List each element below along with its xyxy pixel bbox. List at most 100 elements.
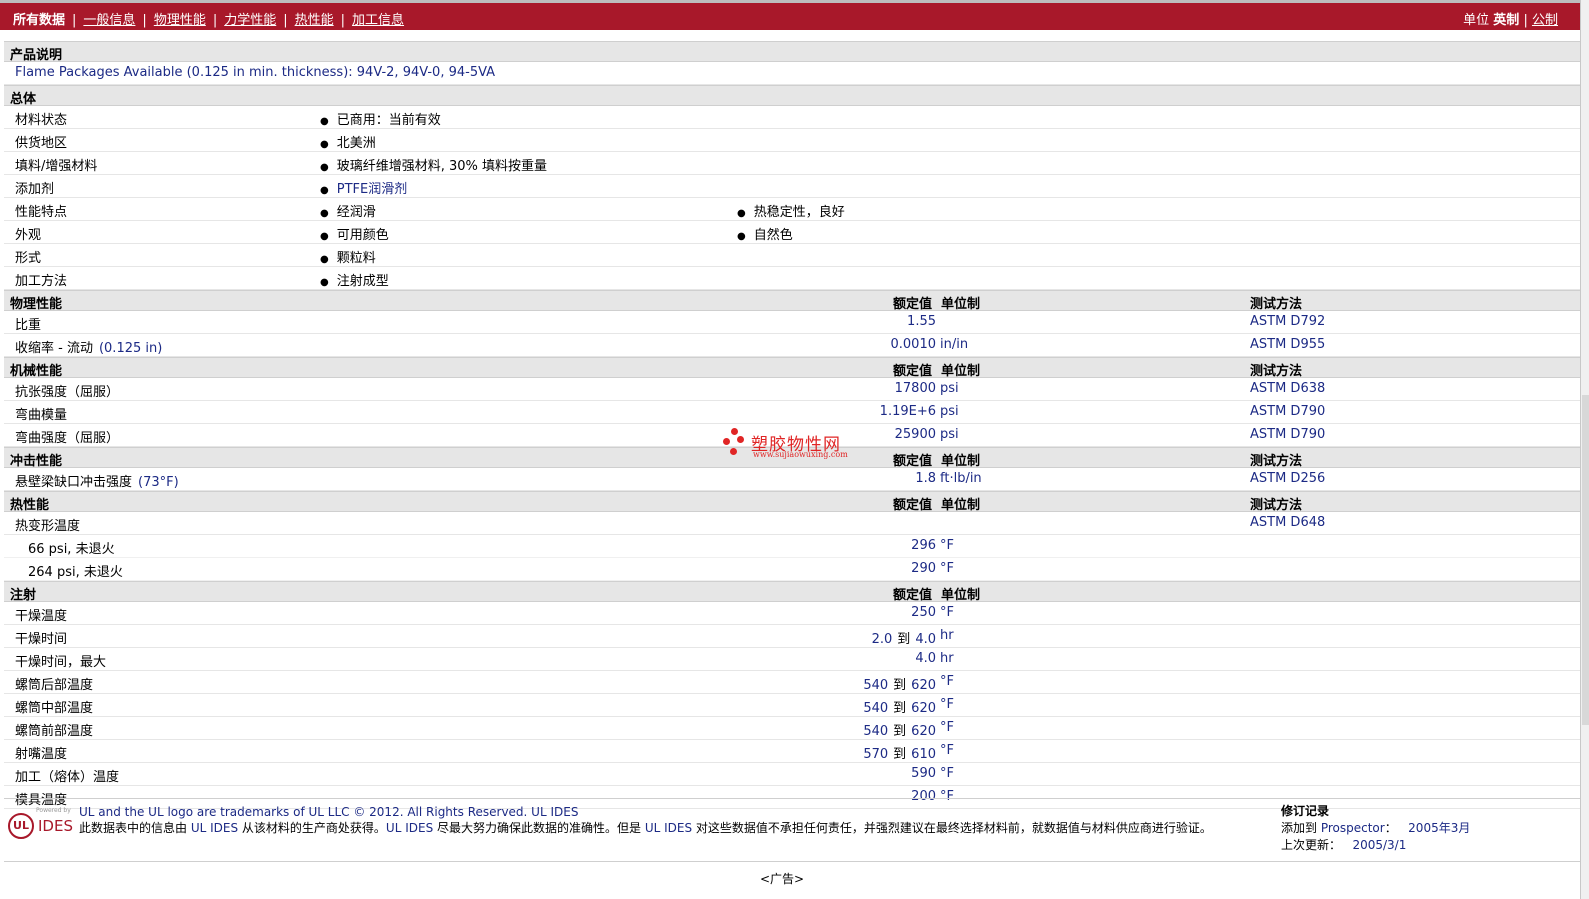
range-high: 620	[911, 701, 936, 716]
bullet-icon: ●	[737, 231, 746, 242]
bullet-value: ● 可用颜色	[320, 224, 389, 243]
ul-ides-link[interactable]: UL IDES	[645, 821, 692, 835]
test-method: ASTM D648	[1250, 515, 1326, 530]
range-to: 到	[897, 632, 911, 647]
nominal-value: 2.0 到 4.0	[872, 628, 936, 647]
scrollbar-thumb[interactable]	[1582, 395, 1589, 725]
bullet-icon: ●	[320, 208, 329, 219]
general-row: 供货地区 ● 北美洲	[4, 129, 1580, 152]
injection-row: 射嘴温度 570 到 610 °F	[4, 740, 1580, 763]
property-label-group: 264 psi, 未退火	[28, 561, 123, 580]
range-high: 250	[911, 605, 936, 620]
col-unit-header: 单位制	[941, 498, 981, 513]
bullet-text: 北美洲	[336, 136, 376, 151]
range-high: 620	[911, 724, 936, 739]
thermal-rows: 66 psi, 未退火 296 °F 264 psi, 未退火 290 °F	[4, 535, 1580, 581]
range-low: 540	[863, 701, 889, 716]
property-row: 264 psi, 未退火 290 °F	[4, 558, 1580, 581]
range-high: 4.0	[915, 632, 936, 647]
nav-link-mechanical[interactable]: 力学性能	[224, 9, 276, 28]
unit-value: °F	[940, 538, 954, 553]
nav-link-processing[interactable]: 加工信息	[352, 9, 404, 28]
watermark-dot	[737, 436, 744, 443]
general-row: 加工方法 ● 注射成型	[4, 267, 1580, 290]
nominal-value: 570 到 610	[863, 743, 936, 762]
injection-row: 干燥时间 2.0 到 4.0 hr	[4, 625, 1580, 648]
prospector-link[interactable]: Prospector	[1321, 821, 1385, 835]
col-nominal-header: 额定值	[893, 588, 933, 603]
nominal-value: 1.19E+6	[879, 404, 936, 419]
nav-separator: |	[212, 13, 218, 28]
watermark-url: www.sujiaowuxing.com	[753, 450, 848, 459]
top-nav-bar: 所有数据 | 一般信息 | 物理性能 | 力学性能 | 热性能 | 加工信息 单位 英制 | 公制	[0, 0, 1580, 30]
watermark-dot	[731, 428, 738, 435]
unit-value: °F	[940, 561, 954, 576]
bullet-value: ● 注射成型	[320, 270, 389, 289]
range-to: 到	[893, 724, 907, 739]
property-label: 66 psi, 未退火	[28, 542, 115, 557]
bullet-icon: ●	[320, 139, 329, 150]
range-to: 到	[893, 678, 907, 693]
unit-value: psi	[940, 427, 959, 442]
nominal-value: 296	[911, 538, 936, 553]
test-method: ASTM D790	[1250, 427, 1326, 442]
nominal-value: 0.0010	[890, 337, 937, 352]
site-watermark: 塑胶物性网 www.sujiaowuxing.com	[723, 428, 863, 462]
ul-ides-link[interactable]: UL IDES	[531, 805, 578, 819]
nominal-value: 540 到 620	[863, 674, 936, 693]
nominal-value: 1.8	[915, 471, 936, 486]
property-label: 干燥时间，最大	[15, 655, 107, 670]
units-metric-link[interactable]: 公制	[1532, 13, 1558, 28]
bullet-icon: ●	[320, 116, 329, 127]
injection-row: 螺筒前部温度 540 到 620 °F	[4, 717, 1580, 740]
bullet-value: ● 玻璃纤维增强材料, 30% 填料按重量	[320, 155, 547, 174]
unit-value: °F	[940, 766, 954, 781]
nominal-value: 250	[911, 605, 936, 620]
nav-link-general[interactable]: 一般信息	[83, 9, 135, 28]
section-header-mechanical: 机械性能 额定值 单位制 测试方法	[4, 357, 1580, 379]
description-text: Flame Packages Available (0.125 in min. …	[15, 65, 496, 80]
unit-value: psi	[940, 404, 959, 419]
ul-ides-logo: Powered by UL IDES	[6, 807, 73, 847]
bullet-text: 经润滑	[336, 205, 376, 220]
revision-history: 修订记录 添加到 Prospector： 2005年3月 上次更新： 2005/…	[1281, 803, 1470, 854]
updated-label: 上次更新：	[1281, 838, 1342, 852]
section-header-thermal: 热性能 额定值 单位制 测试方法	[4, 491, 1580, 513]
property-label: 螺筒前部温度	[15, 724, 94, 739]
nav-link-physical[interactable]: 物理性能	[154, 9, 206, 28]
col-unit-header: 单位制	[941, 454, 981, 469]
range-low: 2.0	[871, 632, 893, 647]
section-nav: 所有数据 | 一般信息 | 物理性能 | 力学性能 | 热性能 | 加工信息	[13, 9, 404, 28]
physical-rows: 比重 1.55 ASTM D792 收缩率 - 流动 (0.125 in) 0.0010 i…	[4, 311, 1580, 357]
property-label-group: 比重	[15, 314, 41, 333]
property-label-group: 弯曲强度（屈服）	[15, 427, 119, 446]
nav-link-thermal[interactable]: 热性能	[295, 9, 334, 28]
property-row: 比重 1.55 ASTM D792	[4, 311, 1580, 334]
property-row: 收缩率 - 流动 (0.125 in) 0.0010 in/in ASTM D955	[4, 334, 1580, 357]
range-high: 620	[911, 678, 936, 693]
test-method: ASTM D790	[1250, 404, 1326, 419]
nav-all-data[interactable]: 所有数据	[13, 9, 65, 28]
property-label: 热变形温度	[15, 519, 81, 534]
range-high: 590	[911, 766, 936, 781]
unit-value: psi	[940, 381, 959, 396]
bullet-value: ● 经润滑	[320, 201, 376, 220]
units-imperial[interactable]: 英制	[1493, 13, 1519, 28]
bullet-value: ● 热稳定性，良好	[737, 201, 845, 220]
trademark-text: UL and the UL logo are trademarks of UL …	[79, 805, 532, 819]
ul-ides-link[interactable]: UL IDES	[191, 821, 238, 835]
nav-separator: |	[340, 13, 346, 28]
col-nominal-header: 额定值	[893, 297, 933, 312]
section-header-general: 总体	[4, 85, 1580, 107]
section-header-description: 产品说明	[4, 41, 1580, 63]
bullet-icon: ●	[320, 231, 329, 242]
property-label: 收缩率 - 流动	[15, 341, 93, 356]
injection-rows: 干燥温度 250 °F 干燥时间 2.0 到 4.0 hr 干燥时间，最大 4.0 hr 螺筒后部温度…	[4, 602, 1580, 809]
ul-ides-link[interactable]: UL IDES	[386, 821, 433, 835]
ul-logo-icon: UL	[8, 813, 34, 839]
section-title: 产品说明	[10, 48, 63, 63]
revision-added: 添加到 Prospector： 2005年3月	[1281, 820, 1470, 837]
watermark-dot	[730, 448, 737, 455]
vertical-scrollbar[interactable]	[1580, 0, 1589, 899]
datasheet-table: 产品说明 Flame Packages Available (0.125 in …	[4, 41, 1580, 809]
